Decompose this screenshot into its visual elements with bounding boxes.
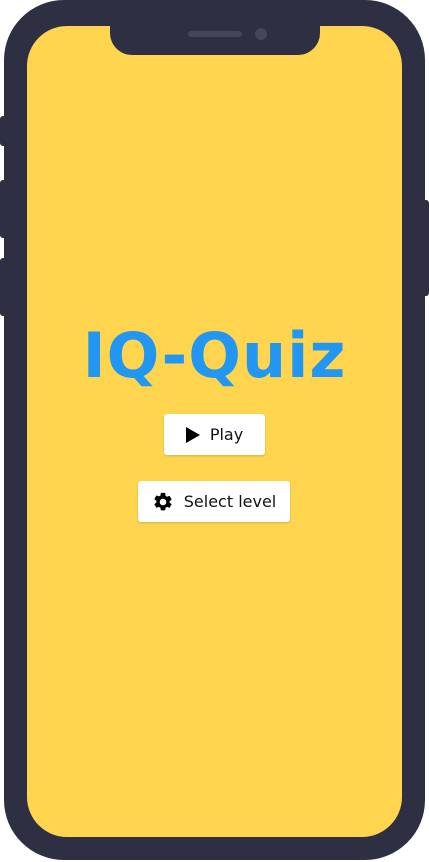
- select-level-button[interactable]: Select level: [138, 481, 290, 522]
- play-icon: [185, 426, 200, 443]
- play-button[interactable]: Play: [164, 414, 265, 455]
- play-button-label: Play: [209, 425, 244, 444]
- main-content: IQ-Quiz Play Select level: [27, 26, 402, 837]
- app-title: IQ-Quiz: [82, 319, 347, 392]
- select-level-button-label: Select level: [183, 492, 277, 511]
- gear-icon: [152, 491, 174, 513]
